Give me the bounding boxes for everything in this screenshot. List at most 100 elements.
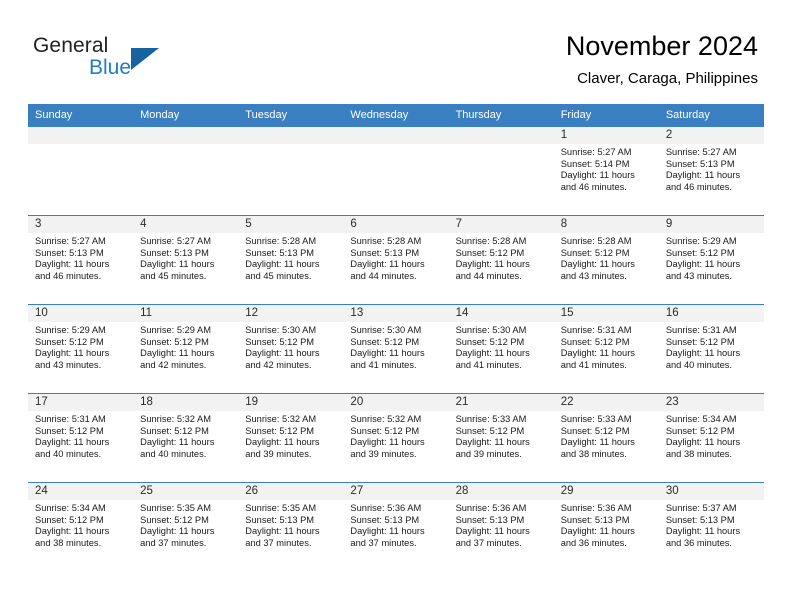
- day-cell-26[interactable]: 26 Sunrise: 5:35 AM Sunset: 5:13 PM Dayligh…: [238, 482, 344, 571]
- day-number: 10: [28, 305, 134, 322]
- daylight-text-line2: and 40 minutes.: [665, 359, 732, 370]
- logo-text-general: General: [33, 34, 109, 57]
- calendar-cell: 22 Sunrise: 5:33 AM Sunset: 5:12 PM Dayligh…: [553, 393, 659, 482]
- daylight-text-line2: and 39 minutes.: [455, 448, 522, 459]
- daylight-text-line1: Daylight: 11 hours: [560, 437, 635, 448]
- daylight-text-line2: and 38 minutes.: [665, 448, 732, 459]
- day-cell-17[interactable]: 17 Sunrise: 5:31 AM Sunset: 5:12 PM Dayligh…: [28, 393, 134, 482]
- calendar-cell: 23 Sunrise: 5:34 AM Sunset: 5:12 PM Dayligh…: [658, 393, 764, 482]
- day-cell-28[interactable]: 28 Sunrise: 5:36 AM Sunset: 5:13 PM Dayligh…: [448, 482, 554, 571]
- day-info: Sunrise: 5:28 AM Sunset: 5:12 PM Daylight:…: [554, 233, 659, 282]
- day-cell-1[interactable]: 1 Sunrise: 5:27 AM Sunset: 5:14 PM Daylight…: [553, 126, 659, 215]
- day-info: Sunrise: 5:33 AM Sunset: 5:12 PM Daylight:…: [449, 411, 554, 460]
- day-number: 21: [448, 394, 554, 411]
- sunrise-text: Sunrise: 5:30 AM: [350, 325, 422, 335]
- day-cell-15[interactable]: 15 Sunrise: 5:31 AM Sunset: 5:12 PM Dayligh…: [553, 304, 659, 393]
- day-number: 4: [133, 216, 239, 233]
- daylight-text-line2: and 42 minutes.: [140, 359, 207, 370]
- sunrise-text: Sunrise: 5:31 AM: [665, 325, 737, 335]
- day-cell-21[interactable]: 21 Sunrise: 5:33 AM Sunset: 5:12 PM Dayligh…: [448, 393, 554, 482]
- general-blue-logo[interactable]: General Blue: [33, 34, 253, 84]
- day-number: 14: [448, 305, 554, 322]
- day-number: [28, 127, 134, 144]
- day-number: 8: [553, 216, 659, 233]
- daylight-text-line2: and 38 minutes.: [35, 537, 102, 548]
- daylight-text-line1: Daylight: 11 hours: [350, 526, 425, 537]
- calendar-week-row: 17 Sunrise: 5:31 AM Sunset: 5:12 PM Dayligh…: [28, 393, 764, 482]
- day-info: Sunrise: 5:35 AM Sunset: 5:12 PM Daylight:…: [133, 500, 238, 549]
- daylight-text-line2: and 44 minutes.: [350, 270, 417, 281]
- day-cell-3[interactable]: 3 Sunrise: 5:27 AM Sunset: 5:13 PM Daylight…: [28, 215, 134, 304]
- daylight-text-line2: and 37 minutes.: [140, 537, 207, 548]
- sunrise-text: Sunrise: 5:28 AM: [350, 236, 422, 246]
- day-cell-7[interactable]: 7 Sunrise: 5:28 AM Sunset: 5:12 PM Daylight…: [448, 215, 554, 304]
- day-cell-11[interactable]: 11 Sunrise: 5:29 AM Sunset: 5:12 PM Dayligh…: [133, 304, 239, 393]
- day-info: Sunrise: 5:36 AM Sunset: 5:13 PM Daylight:…: [449, 500, 554, 549]
- day-cell-2[interactable]: 2 Sunrise: 5:27 AM Sunset: 5:13 PM Daylight…: [658, 126, 764, 215]
- day-cell-13[interactable]: 13 Sunrise: 5:30 AM Sunset: 5:12 PM Dayligh…: [343, 304, 449, 393]
- sunset-text: Sunset: 5:12 PM: [140, 514, 209, 525]
- day-cell-30[interactable]: 30 Sunrise: 5:37 AM Sunset: 5:13 PM Dayligh…: [658, 482, 764, 571]
- daylight-text-line2: and 37 minutes.: [455, 537, 522, 548]
- weekday-header-saturday: Saturday: [658, 104, 764, 126]
- daylight-text-line1: Daylight: 11 hours: [560, 259, 635, 270]
- sunrise-text: Sunrise: 5:33 AM: [455, 414, 527, 424]
- day-info: Sunrise: 5:34 AM Sunset: 5:12 PM Daylight:…: [659, 411, 764, 460]
- day-number: 11: [133, 305, 239, 322]
- sunset-text: Sunset: 5:12 PM: [140, 336, 209, 347]
- day-cell-22[interactable]: 22 Sunrise: 5:33 AM Sunset: 5:12 PM Dayligh…: [553, 393, 659, 482]
- calendar-cell: 2 Sunrise: 5:27 AM Sunset: 5:13 PM Daylight…: [658, 126, 764, 215]
- day-cell-24[interactable]: 24 Sunrise: 5:34 AM Sunset: 5:12 PM Dayligh…: [28, 482, 134, 571]
- day-info: Sunrise: 5:31 AM Sunset: 5:12 PM Daylight:…: [554, 322, 659, 371]
- day-cell-10[interactable]: 10 Sunrise: 5:29 AM Sunset: 5:12 PM Dayligh…: [28, 304, 134, 393]
- day-cell-8[interactable]: 8 Sunrise: 5:28 AM Sunset: 5:12 PM Daylight…: [553, 215, 659, 304]
- day-cell-18[interactable]: 18 Sunrise: 5:32 AM Sunset: 5:12 PM Dayligh…: [133, 393, 239, 482]
- day-info: Sunrise: 5:30 AM Sunset: 5:12 PM Daylight:…: [449, 322, 554, 371]
- day-cell-6[interactable]: 6 Sunrise: 5:28 AM Sunset: 5:13 PM Daylight…: [343, 215, 449, 304]
- day-cell-23[interactable]: 23 Sunrise: 5:34 AM Sunset: 5:12 PM Dayligh…: [658, 393, 764, 482]
- calendar-cell: 8 Sunrise: 5:28 AM Sunset: 5:12 PM Daylight…: [553, 215, 659, 304]
- day-cell-27[interactable]: 27 Sunrise: 5:36 AM Sunset: 5:13 PM Dayligh…: [343, 482, 449, 571]
- day-info: Sunrise: 5:27 AM Sunset: 5:14 PM Daylight:…: [554, 144, 659, 193]
- day-cell-4[interactable]: 4 Sunrise: 5:27 AM Sunset: 5:13 PM Daylight…: [133, 215, 239, 304]
- day-number: 17: [28, 394, 134, 411]
- daylight-text-line1: Daylight: 11 hours: [140, 259, 215, 270]
- day-number: 27: [343, 483, 449, 500]
- daylight-text-line2: and 39 minutes.: [350, 448, 417, 459]
- sunrise-text: Sunrise: 5:27 AM: [35, 236, 106, 246]
- calendar-grid: Sunday Monday Tuesday Wednesday Thursday Frid…: [28, 104, 764, 571]
- day-cell-14[interactable]: 14 Sunrise: 5:30 AM Sunset: 5:12 PM Dayligh…: [448, 304, 554, 393]
- sunrise-text: Sunrise: 5:29 AM: [140, 325, 211, 335]
- daylight-text-line1: Daylight: 11 hours: [455, 526, 530, 537]
- sunrise-text: Sunrise: 5:34 AM: [665, 414, 737, 424]
- day-cell-5[interactable]: 5 Sunrise: 5:28 AM Sunset: 5:13 PM Daylight…: [238, 215, 344, 304]
- sunset-text: Sunset: 5:12 PM: [665, 336, 735, 347]
- day-info: Sunrise: 5:29 AM Sunset: 5:12 PM Daylight:…: [659, 233, 764, 282]
- day-cell-16[interactable]: 16 Sunrise: 5:31 AM Sunset: 5:12 PM Dayligh…: [658, 304, 764, 393]
- daylight-text-line1: Daylight: 11 hours: [350, 348, 425, 359]
- logo-triangle-icon: [131, 48, 159, 70]
- daylight-text-line2: and 41 minutes.: [455, 359, 522, 370]
- day-number: 18: [133, 394, 239, 411]
- calendar-week-row: 24 Sunrise: 5:34 AM Sunset: 5:12 PM Dayligh…: [28, 482, 764, 571]
- daylight-text-line2: and 45 minutes.: [245, 270, 312, 281]
- sunset-text: Sunset: 5:12 PM: [35, 514, 104, 525]
- sunrise-text: Sunrise: 5:34 AM: [35, 503, 106, 513]
- day-cell-25[interactable]: 25 Sunrise: 5:35 AM Sunset: 5:12 PM Dayligh…: [133, 482, 239, 571]
- calendar-cell: 24 Sunrise: 5:34 AM Sunset: 5:12 PM Dayligh…: [28, 482, 134, 571]
- daylight-text-line2: and 36 minutes.: [665, 537, 732, 548]
- daylight-text-line2: and 37 minutes.: [350, 537, 417, 548]
- daylight-text-line1: Daylight: 11 hours: [560, 526, 635, 537]
- calendar-body: 1 Sunrise: 5:27 AM Sunset: 5:14 PM Daylight…: [28, 126, 764, 571]
- daylight-text-line1: Daylight: 11 hours: [455, 348, 530, 359]
- day-number: 6: [343, 216, 449, 233]
- day-cell-9[interactable]: 9 Sunrise: 5:29 AM Sunset: 5:12 PM Daylight…: [658, 215, 764, 304]
- sunrise-text: Sunrise: 5:32 AM: [140, 414, 211, 424]
- day-cell-29[interactable]: 29 Sunrise: 5:36 AM Sunset: 5:13 PM Dayligh…: [553, 482, 659, 571]
- calendar-cell: 25 Sunrise: 5:35 AM Sunset: 5:12 PM Dayligh…: [133, 482, 239, 571]
- day-cell-12[interactable]: 12 Sunrise: 5:30 AM Sunset: 5:12 PM Dayligh…: [238, 304, 344, 393]
- day-cell-19[interactable]: 19 Sunrise: 5:32 AM Sunset: 5:12 PM Dayligh…: [238, 393, 344, 482]
- day-cell-20[interactable]: 20 Sunrise: 5:32 AM Sunset: 5:12 PM Dayligh…: [343, 393, 449, 482]
- day-info: Sunrise: 5:34 AM Sunset: 5:12 PM Daylight:…: [28, 500, 133, 549]
- daylight-text-line2: and 45 minutes.: [140, 270, 207, 281]
